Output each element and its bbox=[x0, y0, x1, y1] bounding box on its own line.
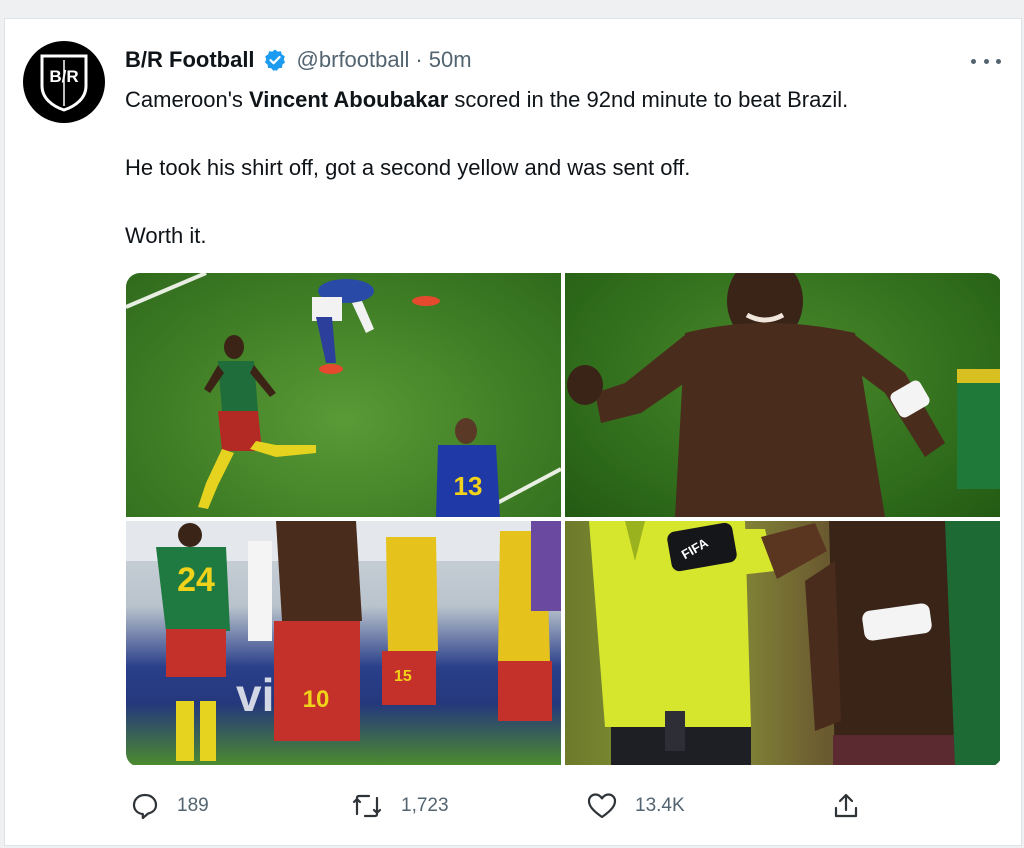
tweet-line-1-end: scored in the 92nd minute to beat Brazil… bbox=[448, 87, 849, 112]
reply-icon bbox=[132, 793, 158, 820]
svg-text:13: 13 bbox=[454, 471, 483, 501]
reply-button[interactable]: 189 bbox=[131, 791, 209, 821]
share-icon bbox=[834, 793, 858, 818]
svg-text:10: 10 bbox=[303, 686, 330, 713]
svg-text:24: 24 bbox=[177, 561, 215, 599]
tweet-header: B/R Football @brfootball · 50m bbox=[125, 45, 961, 75]
timestamp[interactable]: 50m bbox=[429, 47, 472, 73]
br-logo-icon: B/R bbox=[40, 54, 88, 112]
photo-player-running-image: 13 bbox=[126, 273, 561, 517]
retweet-count: 1,723 bbox=[401, 795, 449, 816]
action-bar: 189 1,723 13.4K bbox=[125, 791, 981, 821]
photo-referee-image: FIFA bbox=[589, 521, 1000, 765]
tweet-card[interactable]: B/R B/R Football @brfootball · 50m Camer… bbox=[4, 18, 1022, 846]
tweet-line-1-start: Cameroon's bbox=[125, 87, 250, 112]
photo-player-celebrating-shirtless[interactable] bbox=[565, 273, 1000, 517]
photo-teammates-image: vi 24 10 15 bbox=[126, 521, 561, 761]
tweet-line-2: He took his shirt off, got a second yell… bbox=[125, 155, 691, 180]
dot-icon bbox=[971, 58, 976, 64]
dot-icon bbox=[983, 58, 989, 64]
photo-celebration-image bbox=[567, 273, 1000, 517]
dot-icon bbox=[996, 58, 1001, 64]
author-name[interactable]: B/R Football bbox=[125, 47, 255, 73]
media-grid: 13 vi 24 10 15 FIFA bbox=[126, 273, 1002, 767]
avatar[interactable]: B/R bbox=[23, 41, 105, 123]
more-options-icon[interactable] bbox=[971, 51, 1001, 71]
photo-teammates-celebrating[interactable]: vi 24 10 15 bbox=[126, 521, 561, 765]
heart-icon bbox=[587, 793, 617, 819]
like-count: 13.4K bbox=[635, 795, 685, 816]
verified-badge-icon bbox=[263, 48, 287, 72]
svg-text:15: 15 bbox=[394, 668, 412, 685]
share-button[interactable] bbox=[833, 791, 877, 821]
like-button[interactable]: 13.4K bbox=[587, 791, 685, 821]
reply-count: 189 bbox=[177, 795, 209, 816]
retweet-button[interactable]: 1,723 bbox=[351, 791, 449, 821]
svg-text:vi: vi bbox=[236, 669, 274, 721]
photo-player-running[interactable]: 13 bbox=[126, 273, 561, 517]
player-name: Vincent Aboubakar bbox=[249, 87, 449, 112]
tweet-text: Cameroon's Vincent Aboubakar scored in t… bbox=[125, 85, 981, 251]
tweet-line-3: Worth it. bbox=[125, 223, 207, 248]
retweet-icon bbox=[352, 794, 382, 818]
tweet-line-1: Cameroon's Vincent Aboubakar scored in t… bbox=[125, 85, 981, 115]
author-handle[interactable]: @brfootball bbox=[297, 47, 410, 73]
separator-dot: · bbox=[415, 47, 423, 72]
photo-referee-and-player[interactable]: FIFA bbox=[565, 521, 1000, 765]
svg-text:B/R: B/R bbox=[49, 67, 78, 86]
